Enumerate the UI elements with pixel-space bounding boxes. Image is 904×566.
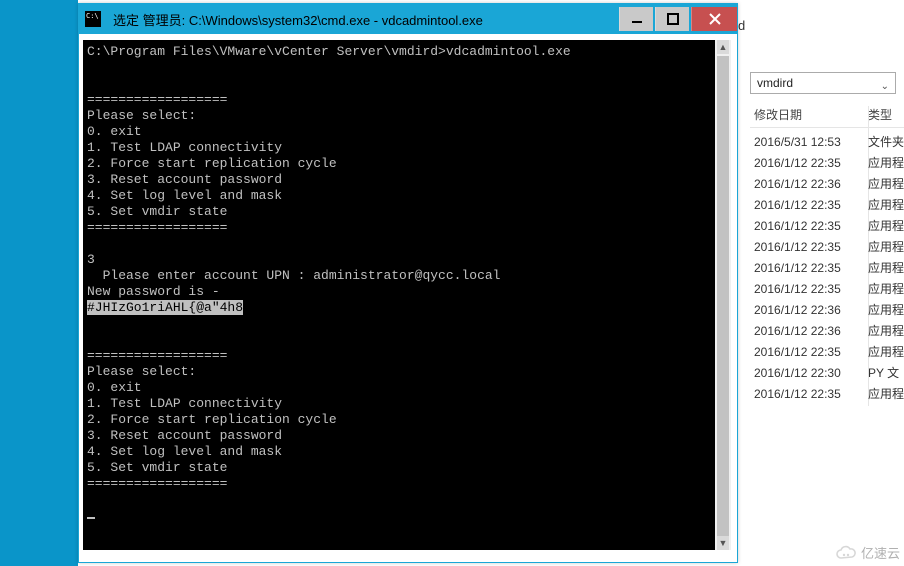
cmd-menu-item: 3. Reset account password [87,172,282,187]
minimize-button[interactable] [619,7,653,31]
file-date: 2016/1/12 22:35 [750,342,868,363]
cmd-line: C:\Program Files\VMware\vCenter Server\v… [87,44,571,59]
cmd-window: 选定 管理员: C:\Windows\system32\cmd.exe - vd… [78,3,738,563]
scroll-down-icon[interactable]: ▼ [717,536,729,550]
file-date: 2016/1/12 22:35 [750,258,868,279]
cmd-titlebar[interactable]: 选定 管理员: C:\Windows\system32\cmd.exe - vd… [79,4,737,34]
file-type: 应用程 [868,237,904,258]
file-type: PY 文 [868,363,904,384]
table-row[interactable]: 2016/1/12 22:30PY 文 [750,363,904,384]
explorer-search-field[interactable]: vmdird ⌄ [750,72,896,94]
chevron-down-icon[interactable]: ⌄ [881,77,889,97]
cmd-hr: ================== [87,348,227,363]
cmd-menu-item: 5. Set vmdir state [87,204,227,219]
file-date: 2016/1/12 22:35 [750,153,868,174]
explorer-file-rows: 2016/5/31 12:53文件夹2016/1/12 22:35应用程2016… [750,132,904,405]
cmd-upn-prompt: Please enter account UPN : administrator… [87,268,500,283]
file-type: 应用程 [868,342,904,363]
table-row[interactable]: 2016/1/12 22:36应用程 [750,321,904,342]
cmd-menu-item: 1. Test LDAP connectivity [87,396,282,411]
file-type: 应用程 [868,300,904,321]
file-type: 应用程 [868,279,904,300]
file-type: 应用程 [868,153,904,174]
table-row[interactable]: 2016/1/12 22:35应用程 [750,153,904,174]
column-header-date[interactable]: 修改日期 [750,106,868,127]
file-date: 2016/1/12 22:36 [750,321,868,342]
watermark: 亿速云 [835,543,900,562]
cmd-icon [85,11,101,27]
file-date: 2016/5/31 12:53 [750,132,868,153]
file-type: 文件夹 [868,132,904,153]
table-row[interactable]: 2016/1/12 22:35应用程 [750,342,904,363]
cmd-console-output[interactable]: C:\Program Files\VMware\vCenter Server\v… [83,40,717,550]
cmd-input-choice: 3 [87,252,95,267]
file-date: 2016/1/12 22:36 [750,300,868,321]
cmd-menu-item: 2. Force start replication cycle [87,412,337,427]
cmd-menu-item: 3. Reset account password [87,428,282,443]
column-header-type[interactable]: 类型 [868,106,904,127]
cmd-newpass-value-selected[interactable]: #JHIzGo1riAHL{@a"4h8 [87,300,243,315]
file-type: 应用程 [868,258,904,279]
scroll-thumb[interactable] [717,56,729,536]
close-button[interactable] [691,7,737,31]
table-row[interactable]: 2016/1/12 22:35应用程 [750,384,904,405]
cmd-client-area: C:\Program Files\VMware\vCenter Server\v… [79,34,737,562]
cmd-menu-item: 1. Test LDAP connectivity [87,140,282,155]
table-row[interactable]: 2016/1/12 22:36应用程 [750,300,904,321]
file-date: 2016/1/12 22:35 [750,216,868,237]
file-type: 应用程 [868,174,904,195]
breadcrumb-tail: d [738,18,758,36]
cmd-hr: ================== [87,476,227,491]
cloud-icon [835,545,857,561]
cmd-hr: ================== [87,220,227,235]
file-type: 应用程 [868,384,904,405]
file-type: 应用程 [868,195,904,216]
cmd-menu-item: 0. exit [87,124,142,139]
cmd-menu-item: 5. Set vmdir state [87,460,227,475]
cmd-menu-header: Please select: [87,364,196,379]
cmd-hr: ================== [87,92,227,107]
cmd-menu-item: 4. Set log level and mask [87,188,282,203]
cmd-menu-header: Please select: [87,108,196,123]
search-value: vmdird [757,76,793,90]
cmd-title: 选定 管理员: C:\Windows\system32\cmd.exe - vd… [113,10,617,29]
cmd-menu-item: 0. exit [87,380,142,395]
table-row[interactable]: 2016/1/12 22:36应用程 [750,174,904,195]
file-date: 2016/1/12 22:30 [750,363,868,384]
file-date: 2016/1/12 22:35 [750,195,868,216]
desktop-strip [0,0,78,566]
cmd-menu-item: 2. Force start replication cycle [87,156,337,171]
maximize-button[interactable] [655,7,689,31]
cmd-scrollbar[interactable]: ▲ ▼ [715,40,731,550]
explorer-column-headers[interactable]: 修改日期 类型 [750,106,904,128]
watermark-text: 亿速云 [861,543,900,562]
table-row[interactable]: 2016/1/12 22:35应用程 [750,258,904,279]
table-row[interactable]: 2016/1/12 22:35应用程 [750,279,904,300]
table-row[interactable]: 2016/1/12 22:35应用程 [750,216,904,237]
file-type: 应用程 [868,216,904,237]
file-date: 2016/1/12 22:35 [750,279,868,300]
cmd-menu-item: 4. Set log level and mask [87,444,282,459]
table-row[interactable]: 2016/5/31 12:53文件夹 [750,132,904,153]
file-date: 2016/1/12 22:35 [750,237,868,258]
table-row[interactable]: 2016/1/12 22:35应用程 [750,195,904,216]
file-type: 应用程 [868,321,904,342]
file-date: 2016/1/12 22:35 [750,384,868,405]
cmd-cursor [87,517,95,519]
table-row[interactable]: 2016/1/12 22:35应用程 [750,237,904,258]
page-background: d vmdird ⌄ 修改日期 类型 2016/5/31 12:53文件夹201… [0,0,904,566]
file-date: 2016/1/12 22:36 [750,174,868,195]
cmd-newpass-label: New password is - [87,284,220,299]
scroll-up-icon[interactable]: ▲ [717,40,729,54]
window-controls [617,4,737,34]
